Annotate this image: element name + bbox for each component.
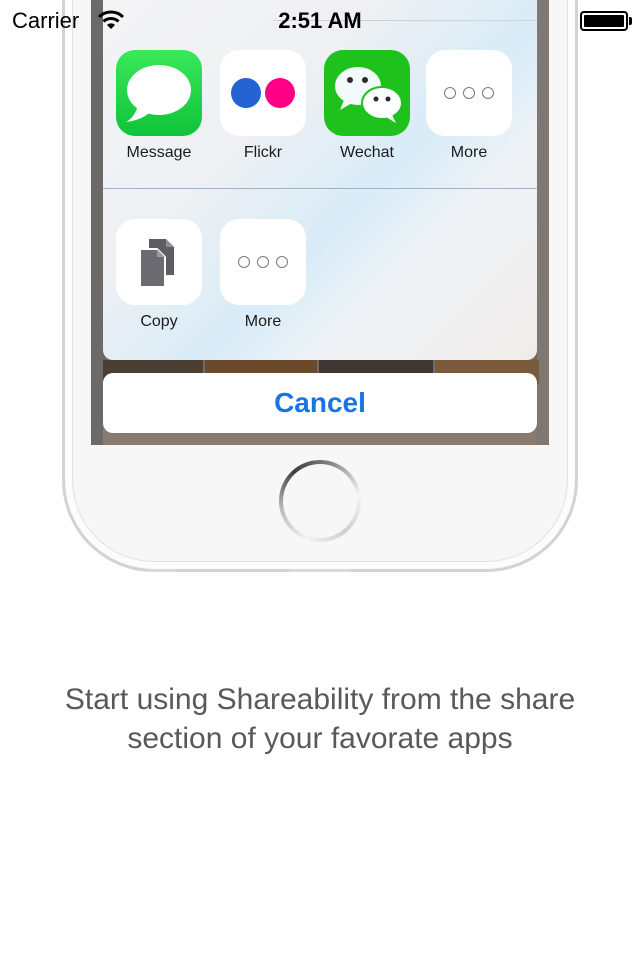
copy-documents-icon	[116, 219, 202, 305]
phone-screen: Message Flickr Wechat More Copy More Can…	[91, 0, 549, 445]
app-label: Flickr	[243, 144, 283, 161]
action-label: Copy	[140, 313, 178, 330]
phone-side-button	[150, 569, 176, 572]
sheet-divider	[103, 188, 537, 189]
share-app-more[interactable]: More	[426, 50, 512, 162]
action-label: More	[244, 313, 282, 330]
cancel-button[interactable]: Cancel	[103, 373, 537, 433]
action-copy[interactable]: Copy	[116, 219, 202, 331]
message-bubble-icon	[116, 50, 202, 136]
share-app-wechat[interactable]: Wechat	[324, 50, 410, 162]
share-app-message[interactable]: Message	[116, 50, 202, 162]
home-button	[279, 460, 361, 542]
app-label: More	[450, 144, 488, 161]
phone-side-button	[290, 569, 350, 572]
action-more[interactable]: More	[220, 219, 306, 331]
background-content	[91, 0, 103, 445]
share-app-flickr[interactable]: Flickr	[220, 50, 306, 162]
status-bar: Carrier 2:51 AM	[0, 0, 640, 40]
flickr-dots-icon	[220, 50, 306, 136]
onboarding-caption: Start using Shareability from the share …	[64, 683, 576, 755]
more-dots-icon	[426, 50, 512, 136]
app-label: Message	[126, 144, 192, 161]
clock: 2:51 AM	[278, 8, 362, 33]
share-sheet: Message Flickr Wechat More Copy More	[103, 0, 537, 360]
app-label: Wechat	[340, 144, 394, 161]
battery-full-icon	[580, 11, 632, 31]
more-dots-icon	[220, 219, 306, 305]
wechat-bubbles-icon	[324, 50, 410, 136]
